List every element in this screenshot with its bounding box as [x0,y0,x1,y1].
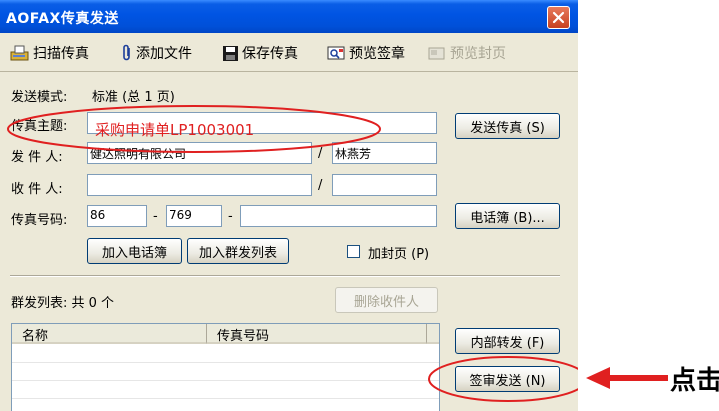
sign-send-highlight-ellipse [428,356,578,402]
annotation-ellipses [7,105,578,402]
click-annotation-text: 点击 [670,366,719,396]
arrow-icon [586,367,668,389]
subject-highlight-ellipse [7,105,381,153]
aofax-window: AOFAX传真发送 扫描传真 添加文件 保存传真 预览签章 预览封页 发送模式:… [0,0,578,411]
